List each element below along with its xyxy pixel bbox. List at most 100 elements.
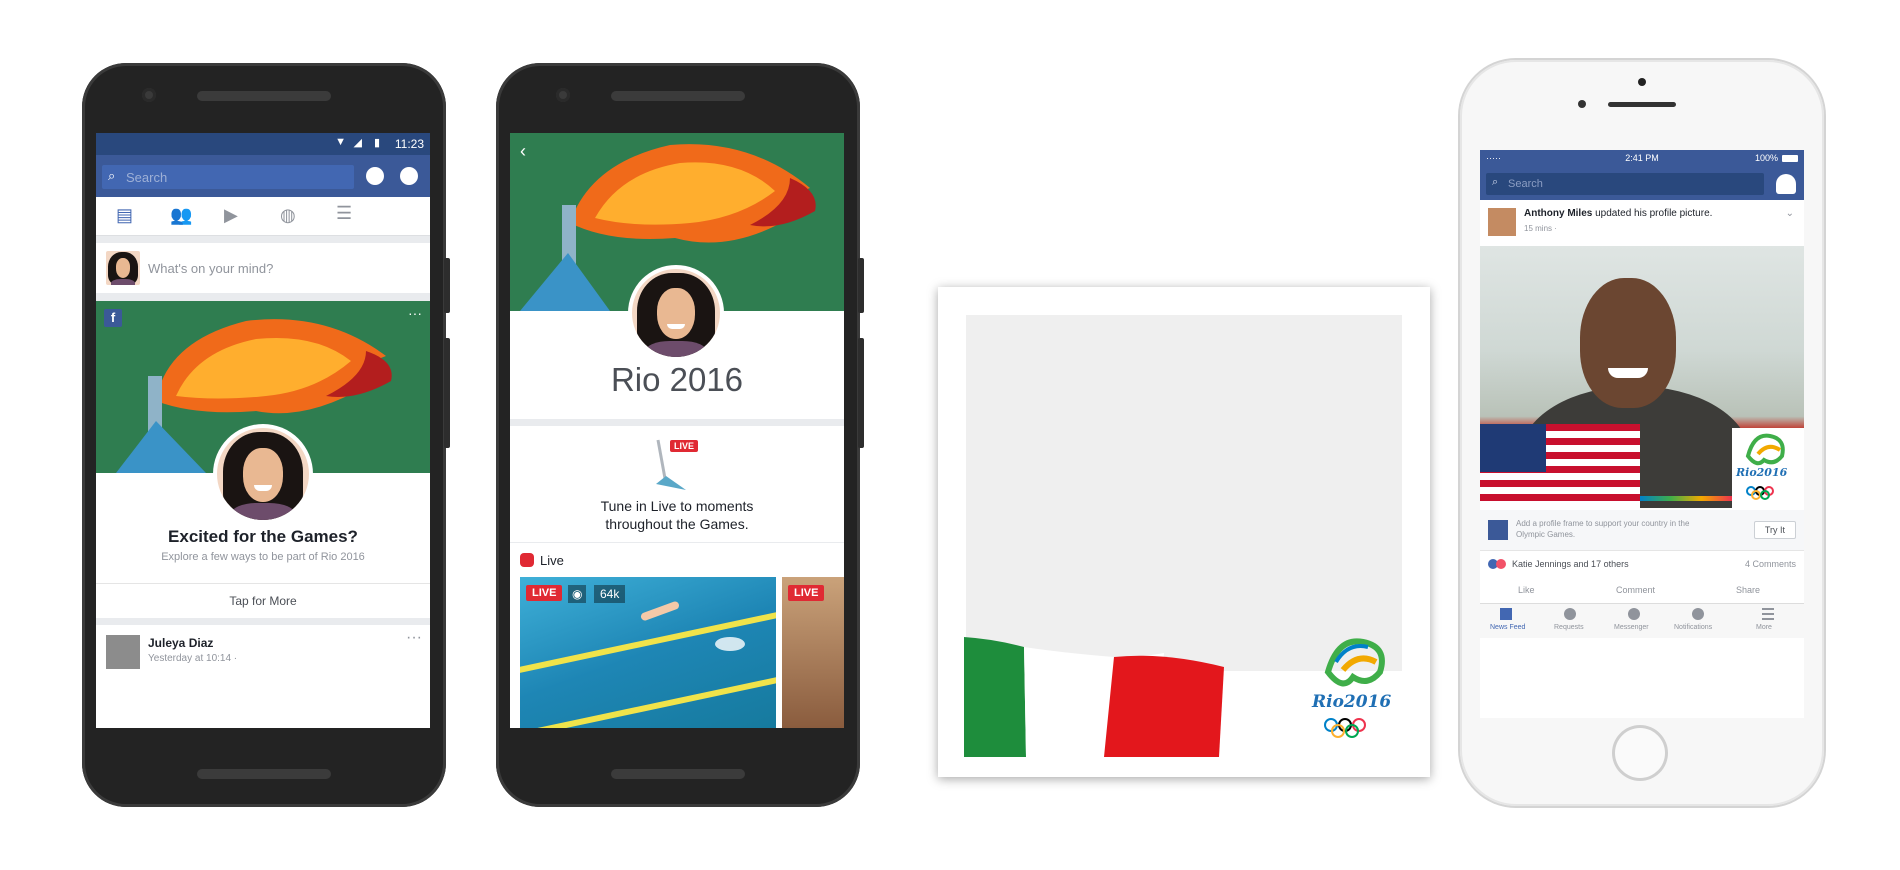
phone1-screen: ▼ ◢ ▮ 11:23 ⌕ Search ▤ 👥 ▶ ◍ ☰ What's on… [96, 133, 430, 728]
globe-icon[interactable]: ◍ [280, 205, 296, 226]
live-section-label: Live [540, 553, 564, 568]
rio-logo-text: Rio2016 [1312, 692, 1392, 712]
live-video-thumbnail[interactable]: LIVE ◉ 64k [520, 577, 776, 728]
lane-rope [520, 668, 776, 728]
search-icon: ⌕ [108, 168, 116, 183]
friends-icon[interactable]: 👥 [170, 205, 192, 226]
swimmer [639, 600, 681, 622]
live-video-thumbnail-2[interactable]: LIVE [782, 577, 844, 728]
tap-for-more-button[interactable]: Tap for More [96, 583, 430, 618]
usa-flag [1480, 424, 1640, 508]
rio-promo-card[interactable]: f ··· Excited for the Games? Explore a f… [96, 301, 430, 583]
reactions-text[interactable]: Katie Jennings and 17 others [1512, 559, 1629, 569]
comment-button[interactable]: Comment [1616, 585, 1655, 595]
globe-icon [1692, 608, 1704, 620]
composer-prompt: What's on your mind? [148, 261, 274, 276]
search-icon: ⌕ [1492, 176, 1499, 188]
avatar [106, 251, 140, 285]
fb-header: ⌕ Search [1480, 168, 1804, 200]
tab-notifications[interactable]: Notifications [1674, 624, 1712, 631]
search-placeholder: Search [126, 170, 168, 185]
smile [1608, 368, 1648, 378]
tab-requests[interactable]: Requests [1554, 624, 1584, 631]
rio2016-logo: Rio2016 [1308, 632, 1408, 752]
menu-icon [1762, 608, 1774, 620]
video-icon[interactable]: ▶ [224, 205, 238, 226]
android-phone-1: ▼ ◢ ▮ 11:23 ⌕ Search ▤ 👥 ▶ ◍ ☰ What's on… [82, 63, 450, 807]
tab-more[interactable]: More [1756, 624, 1772, 631]
friend-requests-icon[interactable] [1776, 174, 1796, 194]
tap-for-more-label: Tap for More [229, 594, 297, 608]
tab-news-feed[interactable]: News Feed [1490, 624, 1525, 631]
battery-level: 100% [1754, 153, 1778, 163]
like-button[interactable]: Like [1518, 585, 1535, 595]
action-row: Like Comment Share [1480, 577, 1804, 604]
home-button[interactable] [1612, 725, 1668, 781]
battery-icon: ▮ [373, 137, 380, 149]
menu-icon[interactable]: ☰ [336, 203, 352, 224]
promo-title: Excited for the Games? [168, 527, 358, 546]
post-author[interactable]: Anthony Miles [1524, 208, 1592, 219]
iphone-screen: ····· 2:41 PM 100% ⌕ Search Anthony Mile… [1480, 150, 1804, 718]
share-button[interactable]: Share [1736, 585, 1760, 595]
camera-icon[interactable] [400, 167, 418, 185]
tab-bar: News Feed Requests Messenger Notificatio… [1480, 603, 1804, 638]
olympic-rings-icon [1324, 718, 1394, 738]
bottom-speaker [611, 769, 745, 779]
post-menu-dots-icon[interactable]: ··· [406, 629, 422, 647]
frame-promo-text: Add a profile frame to support your coun… [1516, 519, 1690, 539]
composer[interactable]: What's on your mind? [96, 243, 430, 293]
live-section: Live LIVE ◉ 64k LIVE [510, 543, 844, 728]
tune-in-text-line2: throughout the Games. [605, 516, 749, 532]
live-promo: LIVE Tune in Live to moments throughout … [510, 426, 844, 542]
love-reaction-icon [1496, 559, 1506, 569]
phone2-screen: ‹ Rio 2016 LIVE Tune in Live to moments … [510, 133, 844, 728]
reactions-row: Katie Jennings and 17 others 4 Comments [1480, 551, 1804, 578]
front-camera [142, 88, 156, 102]
frame-promo-icon [1488, 520, 1508, 540]
earpiece-speaker [611, 91, 745, 101]
post-avatar [1488, 208, 1516, 236]
tune-in-text-line1: Tune in Live to moments [600, 498, 754, 514]
messenger-icon[interactable] [366, 167, 384, 185]
power-button [444, 258, 450, 313]
comments-count[interactable]: 4 Comments [1745, 559, 1796, 569]
promo-subtitle: Explore a few ways to be part of Rio 201… [161, 551, 365, 563]
post-header: Anthony Miles updated his profile pictur… [1480, 200, 1804, 246]
status-bar: ····· 2:41 PM 100% [1480, 150, 1804, 168]
live-dot-icon [520, 553, 534, 567]
viewer-count: 64k [594, 585, 626, 603]
fb-header: ⌕ Search [96, 155, 430, 197]
page-title: Rio 2016 [610, 361, 744, 398]
tab-messenger[interactable]: Messenger [1614, 624, 1649, 631]
front-camera [1638, 78, 1646, 86]
live-flag-badge: LIVE [670, 440, 699, 452]
italy-flag [964, 637, 1224, 757]
rio-emblem [1324, 638, 1385, 687]
post-author[interactable]: Juleya Diaz [148, 636, 213, 650]
profile-photo[interactable]: Rio2016 [1480, 246, 1804, 508]
post-action: updated his profile picture. [1592, 208, 1713, 219]
earpiece-speaker [1608, 102, 1676, 107]
rio2016-logo: Rio2016 [1732, 428, 1804, 508]
post-avatar [106, 635, 140, 669]
front-camera [556, 88, 570, 102]
chevron-down-icon[interactable]: ⌄ [1786, 208, 1794, 219]
search-input[interactable]: ⌕ Search [102, 165, 354, 189]
face [1580, 278, 1676, 408]
status-bar: ▼ ◢ ▮ 11:23 [96, 133, 430, 155]
swimmer [715, 637, 745, 651]
wifi-icon: ▼ [335, 136, 346, 148]
frame-promo: Add a profile frame to support your coun… [1480, 510, 1804, 551]
android-phone-2: ‹ Rio 2016 LIVE Tune in Live to moments … [496, 63, 864, 807]
search-input[interactable]: ⌕ Search [1486, 173, 1764, 195]
search-placeholder: Search [1508, 178, 1543, 190]
battery-icon [1782, 155, 1798, 162]
try-it-button[interactable]: Try It [1753, 521, 1796, 539]
post-time: Yesterday at 10:14 · [148, 653, 238, 664]
iphone: ····· 2:41 PM 100% ⌕ Search Anthony Mile… [1460, 60, 1824, 806]
news-feed-icon[interactable]: ▤ [116, 205, 133, 226]
feed-post: Juleya Diaz Yesterday at 10:14 · ··· [96, 625, 430, 728]
signal-icon: ◢ [353, 137, 362, 149]
tab-bar: ▤ 👥 ▶ ◍ ☰ [96, 197, 430, 236]
